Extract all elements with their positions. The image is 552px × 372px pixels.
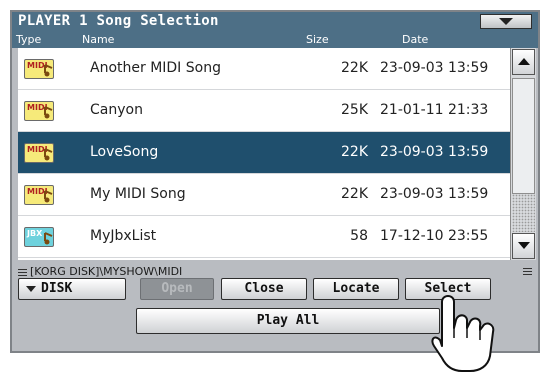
column-type: Type bbox=[16, 33, 42, 46]
file-name: Another MIDI Song bbox=[90, 60, 221, 76]
open-button[interactable]: Open bbox=[140, 278, 214, 300]
title-bar: PLAYER 1 Song Selection bbox=[12, 12, 538, 32]
file-name: LoveSong bbox=[90, 144, 159, 160]
arrow-up-icon bbox=[518, 58, 530, 65]
file-size: 22K bbox=[341, 144, 368, 160]
chevron-down-icon bbox=[499, 18, 513, 25]
column-size: Size bbox=[306, 33, 329, 46]
music-note-icon bbox=[44, 190, 53, 203]
music-note-icon bbox=[44, 148, 53, 161]
file-row[interactable]: MIDI LoveSong 22K 23-09-03 13:59 bbox=[18, 132, 510, 174]
close-button[interactable]: Close bbox=[221, 278, 307, 300]
file-date: 23-09-03 13:59 bbox=[380, 144, 489, 160]
midi-file-icon: MIDI bbox=[24, 143, 54, 163]
file-row[interactable]: MIDI Canyon 25K 21-01-11 21:33 bbox=[18, 90, 510, 132]
scroll-down-button[interactable] bbox=[512, 233, 535, 259]
play-all-button[interactable]: Play All bbox=[136, 308, 440, 334]
scrollbar[interactable] bbox=[510, 48, 536, 260]
file-list: MIDI Another MIDI Song 22K 23-09-03 13:59 MI… bbox=[18, 48, 510, 260]
page-menu-button[interactable] bbox=[480, 14, 532, 29]
scroll-track[interactable] bbox=[512, 194, 535, 232]
column-header: Type Name Size Date bbox=[12, 32, 538, 48]
file-date: 17-12-10 23:55 bbox=[380, 228, 489, 244]
triangle-down-icon bbox=[26, 286, 36, 292]
file-row[interactable]: MIDI My MIDI Song 22K 23-09-03 13:59 bbox=[18, 174, 510, 216]
file-date: 23-09-03 13:59 bbox=[380, 186, 489, 202]
window-title: PLAYER 1 Song Selection bbox=[18, 13, 219, 29]
scroll-up-button[interactable] bbox=[512, 49, 535, 75]
locate-button[interactable]: Locate bbox=[313, 278, 399, 300]
midi-file-icon: MIDI bbox=[24, 185, 54, 205]
column-date: Date bbox=[402, 33, 429, 46]
jbx-file-icon: JBX bbox=[24, 227, 54, 247]
file-row[interactable]: MIDI Another MIDI Song 22K 23-09-03 13:59 bbox=[18, 48, 510, 90]
arrow-down-icon bbox=[518, 242, 530, 249]
path-display: [KORG DISK]\MYSHOW\MIDI bbox=[18, 265, 182, 278]
row-divider bbox=[18, 257, 510, 258]
file-name: Canyon bbox=[90, 102, 143, 118]
disk-label: DISK bbox=[41, 281, 73, 296]
file-name: My MIDI Song bbox=[90, 186, 186, 202]
scroll-thumb[interactable] bbox=[512, 78, 535, 194]
file-size: 58 bbox=[350, 228, 368, 244]
music-note-icon bbox=[44, 106, 53, 119]
column-name: Name bbox=[82, 33, 115, 46]
file-size: 22K bbox=[341, 186, 368, 202]
file-date: 23-09-03 13:59 bbox=[380, 60, 489, 76]
file-row[interactable]: JBX MyJbxList 58 17-12-10 23:55 bbox=[18, 216, 510, 258]
file-date: 21-01-11 21:33 bbox=[380, 102, 489, 118]
file-name: MyJbxList bbox=[90, 228, 157, 244]
music-note-icon bbox=[44, 64, 53, 77]
music-note-icon bbox=[44, 232, 53, 245]
file-size: 22K bbox=[341, 60, 368, 76]
path-text: [KORG DISK]\MYSHOW\MIDI bbox=[30, 265, 183, 278]
midi-file-icon: MIDI bbox=[24, 59, 54, 79]
menu-lines-icon bbox=[523, 266, 532, 277]
midi-file-icon: MIDI bbox=[24, 101, 54, 121]
file-type-label: JBX bbox=[27, 229, 43, 238]
file-size: 25K bbox=[341, 102, 368, 118]
disk-button[interactable]: DISK bbox=[18, 278, 126, 300]
menu-lines-icon bbox=[18, 267, 27, 278]
pointing-hand-icon bbox=[431, 295, 495, 372]
